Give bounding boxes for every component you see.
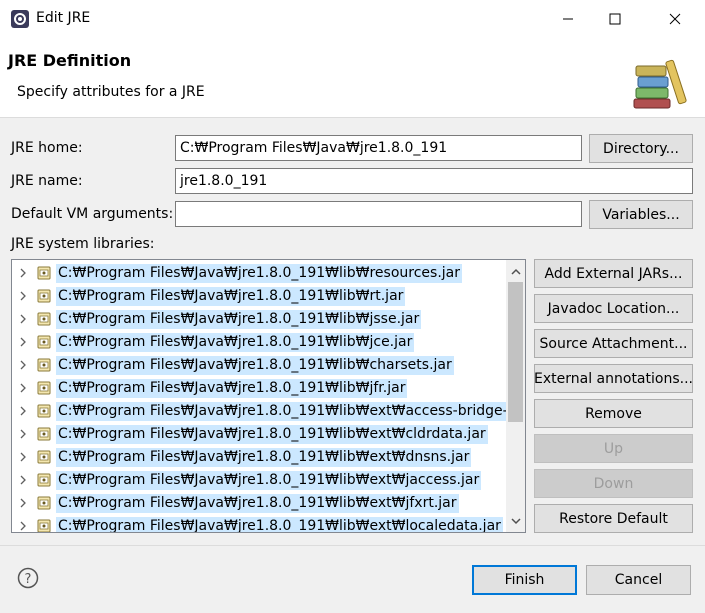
library-row[interactable]: C:₩Program Files₩Java₩jre1.8.0_191₩lib₩e… [12,446,507,469]
library-path: C:₩Program Files₩Java₩jre1.8.0_191₩lib₩r… [56,287,406,306]
close-button[interactable] [652,0,698,38]
chevron-right-icon[interactable] [17,381,29,395]
jre-name-label: JRE name: [11,173,83,189]
chevron-right-icon[interactable] [17,335,29,349]
library-row[interactable]: C:₩Program Files₩Java₩jre1.8.0_191₩lib₩j… [12,377,507,400]
library-row[interactable]: C:₩Program Files₩Java₩jre1.8.0_191₩lib₩e… [12,469,507,492]
maximize-button[interactable] [592,0,638,38]
jre-home-field[interactable]: C:₩Program Files₩Java₩jre1.8.0_191 [175,135,582,161]
jar-icon [36,426,52,442]
vertical-scrollbar[interactable] [506,260,525,532]
directory-button[interactable]: Directory... [589,134,693,163]
library-path: C:₩Program Files₩Java₩jre1.8.0_191₩lib₩j… [56,379,408,398]
chevron-right-icon[interactable] [17,496,29,510]
jar-icon [36,495,52,511]
window-title: Edit JRE [36,10,91,26]
restore-default-button[interactable]: Restore Default [534,504,693,533]
down-button[interactable]: Down [534,469,693,498]
svg-text:?: ? [25,572,32,587]
library-row[interactable]: C:₩Program Files₩Java₩jre1.8.0_191₩lib₩r… [12,262,507,285]
chevron-right-icon[interactable] [17,358,29,372]
javadoc-location-button[interactable]: Javadoc Location... [534,294,693,323]
library-path: C:₩Program Files₩Java₩jre1.8.0_191₩lib₩r… [56,264,463,283]
jar-icon [36,380,52,396]
scrollbar-thumb[interactable] [508,282,523,422]
minimize-button[interactable] [545,0,591,38]
jar-icon [36,311,52,327]
jar-icon [36,472,52,488]
scroll-down-arrow-icon[interactable] [506,511,525,530]
jar-icon [36,288,52,304]
libraries-label: JRE system libraries: [11,236,155,252]
library-path: C:₩Program Files₩Java₩jre1.8.0_191₩lib₩e… [56,517,503,532]
add-external-jars-button[interactable]: Add External JARs... [534,259,693,288]
page-subtitle: Specify attributes for a JRE [17,84,205,100]
library-list[interactable]: C:₩Program Files₩Java₩jre1.8.0_191₩lib₩r… [11,259,526,533]
chevron-right-icon[interactable] [17,473,29,487]
variables-button[interactable]: Variables... [589,200,693,229]
chevron-right-icon[interactable] [17,427,29,441]
library-path: C:₩Program Files₩Java₩jre1.8.0_191₩lib₩e… [56,448,472,467]
library-path: C:₩Program Files₩Java₩jre1.8.0_191₩lib₩e… [56,494,459,513]
chevron-right-icon[interactable] [17,519,29,532]
jar-icon [36,449,52,465]
chevron-right-icon[interactable] [17,289,29,303]
vm-args-field[interactable] [175,201,582,227]
library-row[interactable]: C:₩Program Files₩Java₩jre1.8.0_191₩lib₩e… [12,400,525,423]
finish-button[interactable]: Finish [472,565,577,595]
library-path: C:₩Program Files₩Java₩jre1.8.0_191₩lib₩e… [56,471,482,490]
library-row[interactable]: C:₩Program Files₩Java₩jre1.8.0_191₩lib₩j… [12,331,507,354]
library-row[interactable]: C:₩Program Files₩Java₩jre1.8.0_191₩lib₩j… [12,308,507,331]
library-path: C:₩Program Files₩Java₩jre1.8.0_191₩lib₩e… [56,425,488,444]
library-path: C:₩Program Files₩Java₩jre1.8.0_191₩lib₩j… [56,310,422,329]
library-row[interactable]: C:₩Program Files₩Java₩jre1.8.0_191₩lib₩e… [12,515,507,532]
chevron-right-icon[interactable] [17,404,29,418]
library-row[interactable]: C:₩Program Files₩Java₩jre1.8.0_191₩lib₩e… [12,423,507,446]
library-row[interactable]: C:₩Program Files₩Java₩jre1.8.0_191₩lib₩c… [12,354,507,377]
cancel-button[interactable]: Cancel [586,565,691,595]
chevron-right-icon[interactable] [17,312,29,326]
library-path: C:₩Program Files₩Java₩jre1.8.0_191₩lib₩j… [56,333,415,352]
eclipse-gear-icon [10,9,30,29]
chevron-right-icon[interactable] [17,450,29,464]
title-bar: Edit JRE [0,0,705,38]
vm-args-label: Default VM arguments: [11,206,174,222]
scroll-up-arrow-icon[interactable] [506,262,525,281]
jre-name-field[interactable]: jre1.8.0_191 [175,168,693,194]
remove-button[interactable]: Remove [534,399,693,428]
jar-icon [36,265,52,281]
library-row[interactable]: C:₩Program Files₩Java₩jre1.8.0_191₩lib₩r… [12,285,507,308]
up-button[interactable]: Up [534,434,693,463]
header-banner: JRE Definition Specify attributes for a … [0,38,705,118]
help-icon[interactable]: ? [17,567,39,589]
library-books-icon [630,46,694,110]
library-path: C:₩Program Files₩Java₩jre1.8.0_191₩lib₩e… [56,402,525,421]
jar-icon [36,403,52,419]
library-row[interactable]: C:₩Program Files₩Java₩jre1.8.0_191₩lib₩e… [12,492,507,515]
jar-icon [36,518,52,532]
jar-icon [36,334,52,350]
external-annotations-button[interactable]: External annotations... [534,364,693,393]
source-attachment-button[interactable]: Source Attachment... [534,329,693,358]
library-path: C:₩Program Files₩Java₩jre1.8.0_191₩lib₩c… [56,356,454,375]
jre-home-label: JRE home: [11,140,83,156]
chevron-right-icon[interactable] [17,266,29,280]
page-title: JRE Definition [8,51,132,70]
jar-icon [36,357,52,373]
